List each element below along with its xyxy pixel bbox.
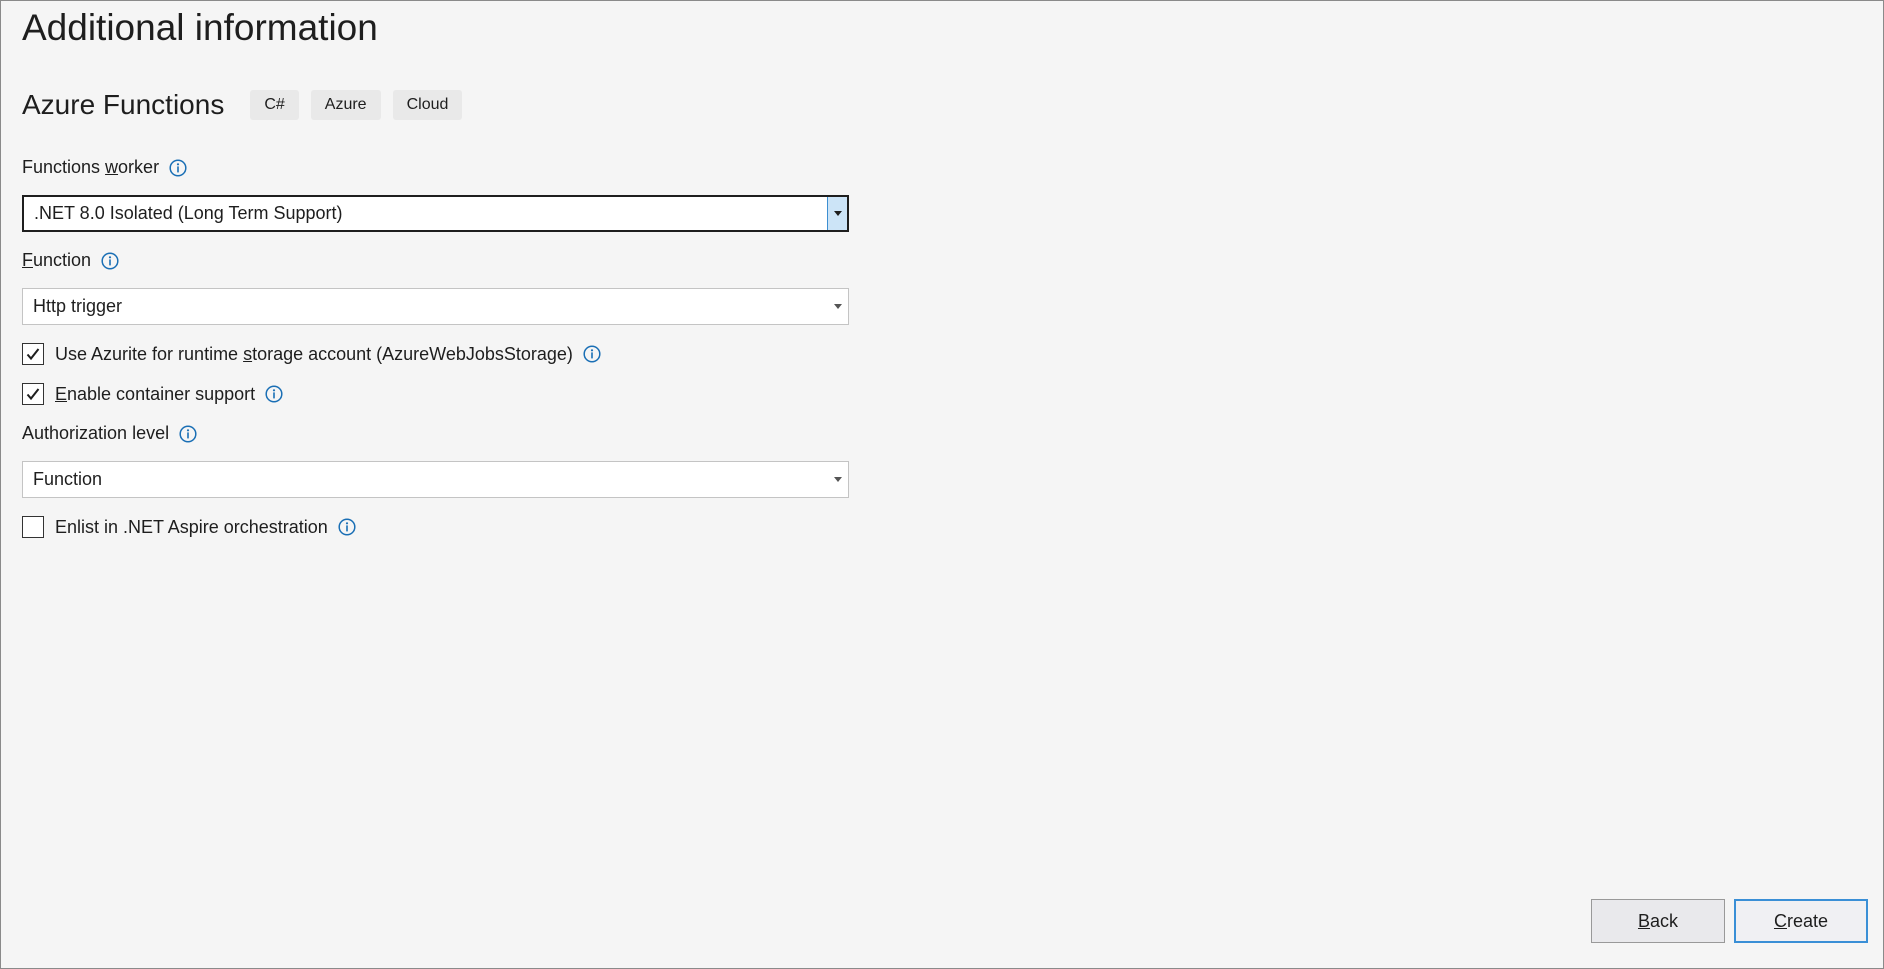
container-support-label[interactable]: Enable container support xyxy=(55,384,255,405)
info-icon[interactable] xyxy=(101,251,119,270)
functions-worker-label: Functions worker xyxy=(22,157,187,178)
label-part: Functions xyxy=(22,157,106,177)
aspire-label[interactable]: Enlist in .NET Aspire orchestration xyxy=(55,517,328,538)
button-label-part: reate xyxy=(1786,910,1829,931)
checkmark-icon xyxy=(26,388,40,401)
back-button[interactable]: Back xyxy=(1591,899,1725,943)
azurite-checkbox[interactable] xyxy=(22,343,44,365)
label-part: nable container support xyxy=(67,383,256,404)
access-key: s xyxy=(243,343,253,364)
label-part: unction xyxy=(33,250,92,270)
access-key: F xyxy=(22,250,33,270)
azurite-label[interactable]: Use Azurite for runtime storage account … xyxy=(55,344,573,365)
tag-azure: Azure xyxy=(310,90,381,120)
tag-csharp: C# xyxy=(250,90,299,120)
info-icon[interactable] xyxy=(583,345,601,363)
button-label-part: ack xyxy=(1650,910,1679,931)
functions-worker-select[interactable]: .NET 8.0 Isolated (Long Term Support) xyxy=(22,195,849,232)
authorization-level-select[interactable]: Function xyxy=(22,461,849,498)
label-part: Use Azurite for runtime xyxy=(55,343,244,364)
label-part: orker xyxy=(118,157,160,177)
functions-worker-label-text: Functions worker xyxy=(22,157,159,178)
template-name: Azure Functions xyxy=(22,89,225,120)
aspire-option: Enlist in .NET Aspire orchestration xyxy=(22,516,356,538)
info-icon[interactable] xyxy=(265,385,283,403)
function-label: Function xyxy=(22,250,119,271)
page-title: Additional information xyxy=(22,7,378,48)
function-value: Http trigger xyxy=(33,296,123,316)
authorization-level-label: Authorization level xyxy=(22,423,197,444)
container-support-option: Enable container support xyxy=(22,383,283,405)
template-tags: C# Azure Cloud xyxy=(250,90,463,120)
azurite-option: Use Azurite for runtime storage account … xyxy=(22,343,601,365)
dialog-window: Additional information Azure Functions C… xyxy=(0,0,1884,969)
tag-cloud: Cloud xyxy=(392,90,463,120)
authorization-level-value: Function xyxy=(33,469,103,489)
container-support-checkbox[interactable] xyxy=(22,383,44,405)
access-key: B xyxy=(1637,910,1650,931)
function-select[interactable]: Http trigger xyxy=(22,288,849,325)
access-key: E xyxy=(55,383,68,404)
functions-worker-value: .NET 8.0 Isolated (Long Term Support) xyxy=(34,203,343,223)
caret-down-icon[interactable] xyxy=(828,462,848,497)
checkmark-icon xyxy=(26,348,40,361)
label-part: torage account (AzureWebJobsStorage) xyxy=(252,343,573,364)
caret-down-icon[interactable] xyxy=(827,197,847,230)
function-label-text: Function xyxy=(22,250,91,271)
info-icon[interactable] xyxy=(169,158,187,177)
access-key: C xyxy=(1773,910,1787,931)
create-button[interactable]: Create xyxy=(1734,899,1868,943)
info-icon[interactable] xyxy=(338,518,356,536)
aspire-checkbox[interactable] xyxy=(22,516,44,538)
caret-down-icon[interactable] xyxy=(828,289,848,324)
authorization-level-label-text: Authorization level xyxy=(22,423,170,443)
access-key: w xyxy=(105,157,119,177)
template-header: Azure Functions C# Azure Cloud xyxy=(22,89,463,121)
info-icon[interactable] xyxy=(179,424,197,443)
